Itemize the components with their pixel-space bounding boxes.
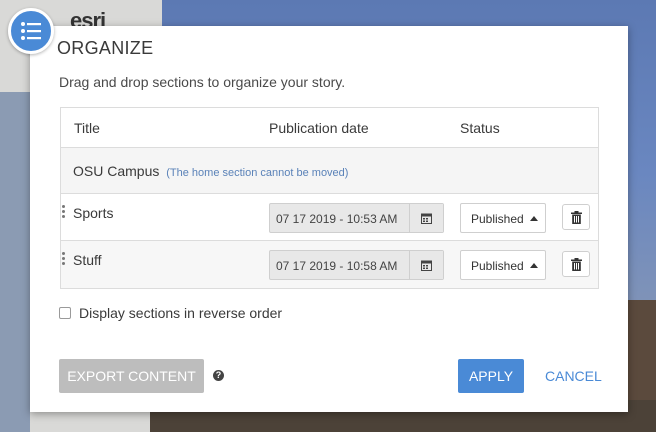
home-section-row: OSU Campus (The home section cannot be m… xyxy=(61,148,598,194)
trash-icon xyxy=(570,257,582,271)
sections-table: Title Publication date Status OSU Campus… xyxy=(60,107,599,289)
calendar-icon[interactable] xyxy=(409,251,443,279)
status-value: Published xyxy=(471,259,524,273)
reverse-order-option[interactable]: Display sections in reverse order xyxy=(59,305,282,321)
status-dropdown[interactable]: Published xyxy=(460,203,546,233)
dialog-subtitle: Drag and drop sections to organize your … xyxy=(59,74,346,90)
header-publication-date: Publication date xyxy=(269,120,369,136)
dialog-title: ORGANIZE xyxy=(57,38,154,58)
reverse-order-label: Display sections in reverse order xyxy=(79,305,283,321)
calendar-icon[interactable] xyxy=(409,204,443,232)
home-section-title: OSU Campus xyxy=(73,163,160,179)
caret-up-icon xyxy=(530,216,538,221)
drag-handle-icon[interactable] xyxy=(62,205,68,223)
publication-date-value: 07 17 2019 - 10:53 AM xyxy=(276,212,398,226)
background-left-strip xyxy=(0,92,30,432)
drag-handle-icon[interactable] xyxy=(62,252,68,270)
header-status: Status xyxy=(460,120,500,136)
delete-section-button[interactable] xyxy=(562,251,590,277)
list-icon xyxy=(8,8,54,54)
publication-date-field[interactable]: 07 17 2019 - 10:53 AM xyxy=(269,203,444,233)
cancel-button[interactable]: CANCEL xyxy=(545,368,602,384)
export-content-button[interactable]: EXPORT CONTENT xyxy=(59,359,204,393)
status-value: Published xyxy=(471,212,524,226)
table-row[interactable]: Stuff 07 17 2019 - 10:58 AM Published xyxy=(61,241,598,288)
apply-button[interactable]: APPLY xyxy=(458,359,524,393)
help-icon[interactable]: ? xyxy=(213,370,224,381)
publication-date-value: 07 17 2019 - 10:58 AM xyxy=(276,259,398,273)
home-section-note: (The home section cannot be moved) xyxy=(166,167,349,179)
caret-up-icon xyxy=(530,263,538,268)
section-title: Sports xyxy=(73,205,114,221)
table-header: Title Publication date Status xyxy=(61,108,598,148)
publication-date-field[interactable]: 07 17 2019 - 10:58 AM xyxy=(269,250,444,280)
delete-section-button[interactable] xyxy=(562,204,590,230)
section-title: Stuff xyxy=(73,252,102,268)
reverse-order-checkbox[interactable] xyxy=(59,307,71,319)
table-row[interactable]: Sports 07 17 2019 - 10:53 AM Published xyxy=(61,194,598,241)
status-dropdown[interactable]: Published xyxy=(460,250,546,280)
trash-icon xyxy=(570,210,582,224)
header-title: Title xyxy=(74,120,100,136)
